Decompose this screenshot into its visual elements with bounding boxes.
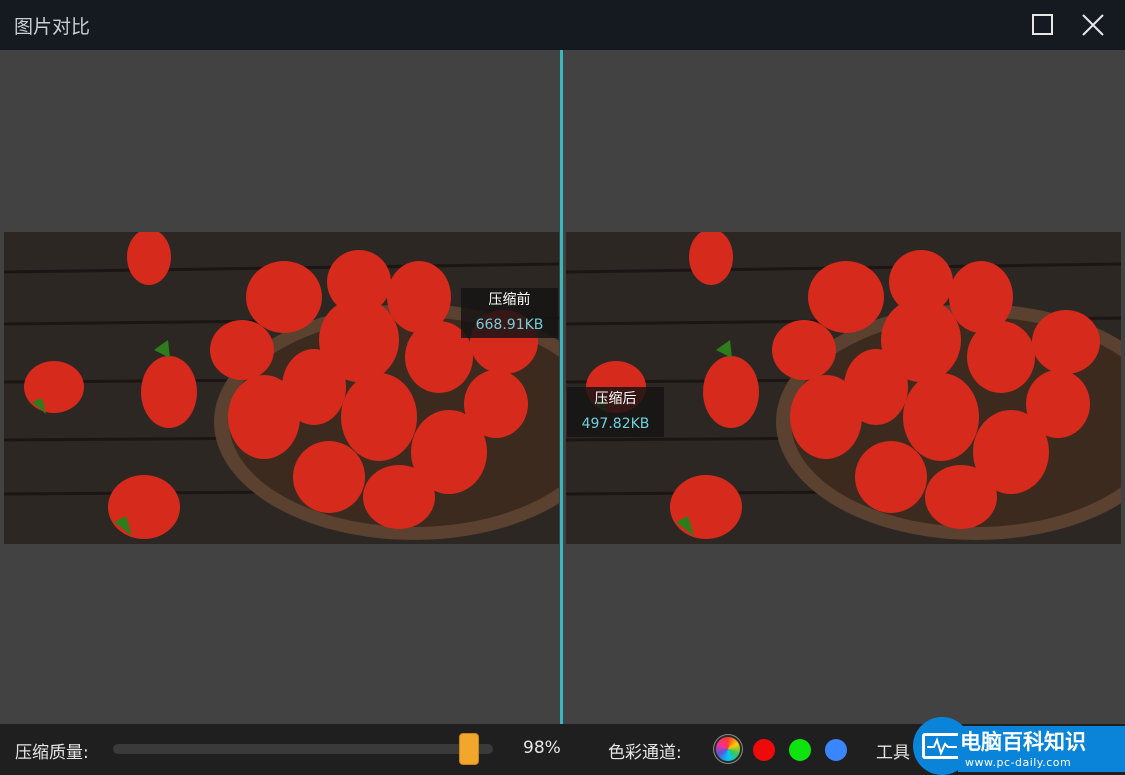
- channel-green-button[interactable]: [789, 739, 811, 761]
- channel-all-button[interactable]: [716, 737, 740, 761]
- watermark-url: www.pc-daily.com: [965, 756, 1072, 769]
- maximize-button[interactable]: [1030, 12, 1056, 38]
- close-icon: [1082, 14, 1104, 36]
- compare-divider-handle[interactable]: [560, 50, 563, 724]
- quality-slider-thumb[interactable]: [459, 733, 479, 765]
- before-label: 压缩前: [488, 292, 531, 308]
- after-size: 497.82KB: [581, 416, 650, 432]
- image-before: [4, 232, 559, 544]
- after-size-badge: 压缩后 497.82KB: [567, 387, 664, 437]
- window-title: 图片对比: [14, 15, 91, 38]
- title-bar: 图片对比: [0, 0, 1125, 50]
- quality-label: 压缩质量:: [15, 743, 89, 763]
- quality-value: 98%: [523, 738, 561, 758]
- site-watermark: 电脑百科知识 www.pc-daily.com: [910, 716, 1125, 775]
- comparison-viewer: 压缩前 668.91KB 压缩后 497.82KB: [0, 50, 1125, 724]
- color-channel-label: 色彩通道:: [608, 743, 682, 763]
- before-size: 668.91KB: [475, 317, 544, 333]
- strawberry-photo-before: [4, 232, 559, 544]
- channel-red-button[interactable]: [753, 739, 775, 761]
- tools-button[interactable]: 工具: [876, 738, 910, 763]
- after-label: 压缩后: [594, 391, 637, 407]
- watermark-text: 电脑百科知识: [960, 730, 1086, 754]
- before-size-badge: 压缩前 668.91KB: [461, 288, 558, 338]
- maximize-icon: [1032, 14, 1053, 35]
- channel-blue-button[interactable]: [825, 739, 847, 761]
- quality-slider[interactable]: [113, 744, 493, 754]
- close-button[interactable]: [1080, 12, 1106, 38]
